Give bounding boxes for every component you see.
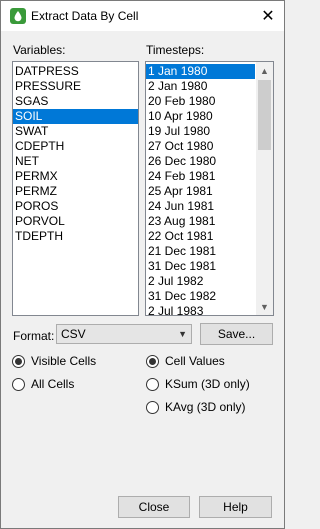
variable-item[interactable]: DATPRESS: [13, 64, 138, 79]
scroll-up-icon[interactable]: ▲: [256, 62, 273, 79]
scroll-thumb[interactable]: [258, 80, 271, 150]
radio-all-cells[interactable]: All Cells: [12, 377, 74, 391]
extract-data-dialog: Extract Data By Cell ✕ Variables: DATPRE…: [0, 0, 285, 529]
variables-listbox[interactable]: DATPRESS PRESSURE SGAS SOIL SWAT CDEPTH NET PER…: [12, 61, 139, 316]
timestep-item[interactable]: 2 Jul 1983: [146, 304, 255, 315]
radio-circle: [146, 354, 159, 368]
timestep-item[interactable]: 19 Jul 1980: [146, 124, 255, 139]
timestep-item[interactable]: 1 Jan 1980: [146, 64, 255, 79]
close-window-icon[interactable]: ✕: [256, 4, 280, 28]
radio-circle: [12, 354, 25, 368]
scroll-down-icon[interactable]: ▼: [256, 298, 273, 315]
radio-dot: [15, 357, 22, 365]
format-value: CSV: [61, 327, 86, 341]
variable-item[interactable]: SOIL: [13, 109, 138, 124]
title-bar: Extract Data By Cell ✕: [1, 1, 284, 31]
variable-item[interactable]: POROS: [13, 199, 138, 214]
radio-circle: [146, 400, 159, 414]
help-button[interactable]: Help: [199, 496, 272, 518]
timesteps-label: Timesteps:: [146, 43, 205, 57]
timestep-item[interactable]: 10 Apr 1980: [146, 109, 255, 124]
radio-kavg[interactable]: KAvg (3D only): [146, 400, 245, 414]
variable-item[interactable]: TDEPTH: [13, 229, 138, 244]
timestep-item[interactable]: 21 Dec 1981: [146, 244, 255, 259]
timesteps-scrollbar[interactable]: ▲ ▼: [256, 62, 273, 315]
variable-item[interactable]: PERMX: [13, 169, 138, 184]
radio-visible-cells-label: Visible Cells: [31, 354, 97, 368]
radio-cell-values[interactable]: Cell Values: [146, 354, 225, 368]
format-label: Format:: [13, 329, 55, 343]
timestep-item[interactable]: 2 Jan 1980: [146, 79, 255, 94]
variable-item[interactable]: PERMZ: [13, 184, 138, 199]
radio-all-cells-label: All Cells: [31, 377, 75, 391]
variable-item[interactable]: CDEPTH: [13, 139, 138, 154]
timestep-item[interactable]: 31 Dec 1981: [146, 259, 255, 274]
close-button[interactable]: Close: [118, 496, 190, 518]
variables-label: Variables:: [13, 43, 66, 57]
timestep-item[interactable]: 25 Apr 1981: [146, 184, 255, 199]
format-select[interactable]: CSV ▼: [56, 324, 192, 344]
variable-item[interactable]: PRESSURE: [13, 79, 138, 94]
chevron-down-icon: ▼: [178, 329, 187, 339]
timestep-item[interactable]: 24 Jun 1981: [146, 199, 255, 214]
window-title: Extract Data By Cell: [31, 9, 139, 23]
timestep-item[interactable]: 27 Oct 1980: [146, 139, 255, 154]
timestep-item[interactable]: 2 Jul 1982: [146, 274, 255, 289]
timestep-item[interactable]: 23 Aug 1981: [146, 214, 255, 229]
variable-item[interactable]: PORVOL: [13, 214, 138, 229]
droplet-app-icon: [10, 8, 26, 24]
timestep-item[interactable]: 20 Feb 1980: [146, 94, 255, 109]
save-button[interactable]: Save...: [200, 323, 273, 345]
variable-item[interactable]: NET: [13, 154, 138, 169]
radio-dot: [149, 357, 156, 365]
timestep-item[interactable]: 26 Dec 1980: [146, 154, 255, 169]
variable-item[interactable]: SGAS: [13, 94, 138, 109]
radio-kavg-label: KAvg (3D only): [165, 400, 246, 414]
timestep-item[interactable]: 22 Oct 1981: [146, 229, 255, 244]
radio-ksum[interactable]: KSum (3D only): [146, 377, 250, 391]
radio-circle: [12, 377, 25, 391]
radio-cell-values-label: Cell Values: [165, 354, 225, 368]
timestep-item[interactable]: 24 Feb 1981: [146, 169, 255, 184]
radio-circle: [146, 377, 159, 391]
variable-item[interactable]: SWAT: [13, 124, 138, 139]
timesteps-listbox[interactable]: 1 Jan 1980 2 Jan 1980 20 Feb 1980 10 Apr 19…: [145, 61, 274, 316]
timestep-item[interactable]: 31 Dec 1982: [146, 289, 255, 304]
radio-ksum-label: KSum (3D only): [165, 377, 250, 391]
radio-visible-cells[interactable]: Visible Cells: [12, 354, 96, 368]
